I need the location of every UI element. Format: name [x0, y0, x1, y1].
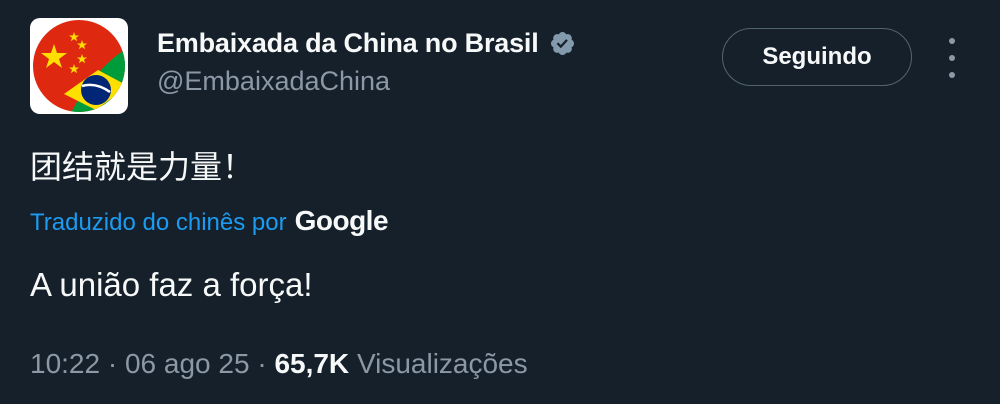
tweet-original-text: 团结就是力量！	[30, 148, 255, 186]
dot	[949, 55, 955, 61]
views-count[interactable]: 65,7K	[274, 348, 349, 380]
account-handle[interactable]: @EmbaixadaChina	[157, 66, 390, 97]
meta-separator: ·	[249, 348, 275, 379]
more-vertical-icon[interactable]	[940, 38, 964, 78]
views-label-text[interactable]: Visualizações	[357, 348, 528, 380]
china-brazil-flag-avatar-icon	[33, 20, 125, 112]
verified-badge-icon[interactable]	[549, 30, 576, 57]
account-name-row: Embaixada da China no Brasil	[157, 28, 576, 59]
tweet-date[interactable]: 06 ago 25	[125, 348, 250, 380]
meta-separator: ·	[100, 348, 125, 379]
dot	[949, 38, 955, 44]
tweet-card: Embaixada da China no Brasil @EmbaixadaC…	[0, 0, 1000, 404]
translation-attribution: Traduzido do chinês por Google	[30, 205, 389, 237]
views-label	[349, 348, 357, 380]
tweet-translated-text: A união faz a força!	[30, 266, 313, 303]
following-button[interactable]: Seguindo	[722, 28, 912, 86]
dot	[949, 72, 955, 78]
google-logo: Google	[294, 205, 389, 236]
avatar[interactable]	[30, 18, 128, 114]
display-name[interactable]: Embaixada da China no Brasil	[157, 28, 539, 59]
translation-label-link[interactable]: Traduzido do chinês por	[30, 209, 287, 237]
tweet-meta: 10:22 · 06 ago 25 · 65,7K Visualizações	[30, 348, 528, 380]
tweet-time[interactable]: 10:22	[30, 348, 100, 380]
